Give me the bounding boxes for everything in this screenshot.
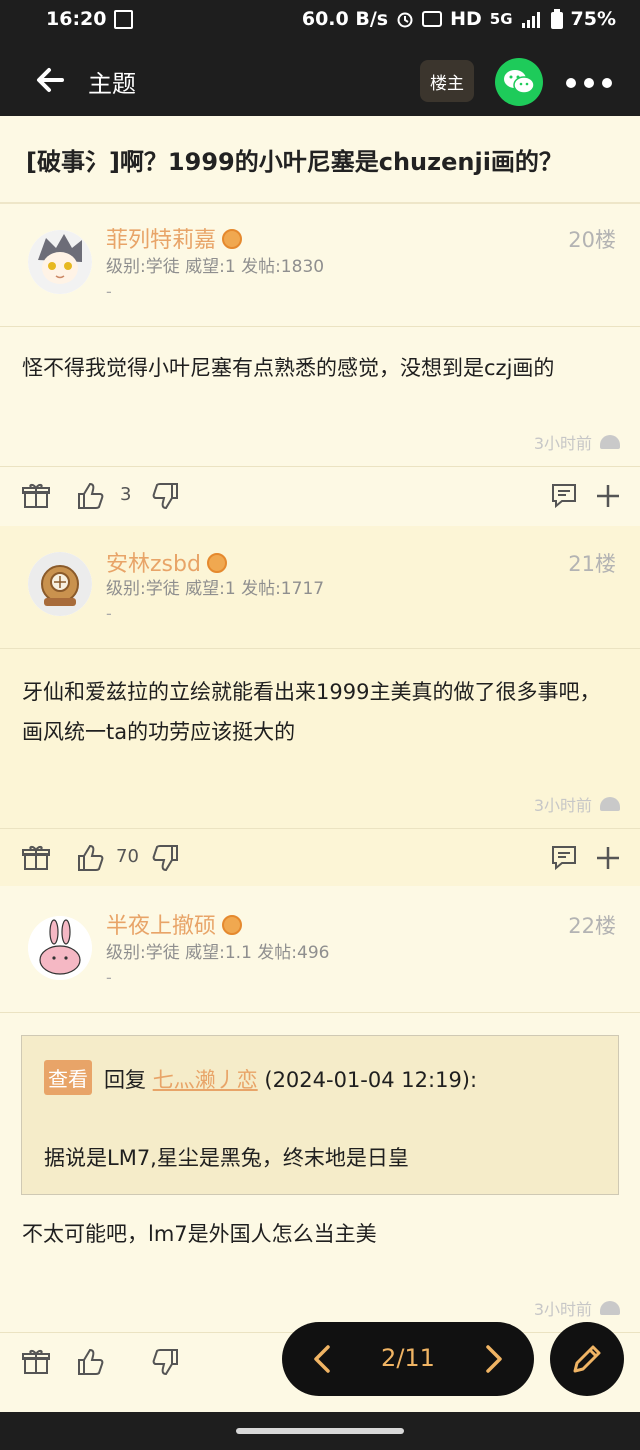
android-icon <box>600 797 620 811</box>
post-actions: 70 <box>0 830 640 886</box>
home-gesture-pill[interactable] <box>236 1428 404 1434</box>
battery-level: 75% <box>570 8 616 30</box>
post-meta: 级别:学徒 威望:1.1 发帖:496 <box>106 943 330 963</box>
post-time-text: 3小时前 <box>533 434 592 453</box>
wechat-icon <box>504 70 535 94</box>
compose-button[interactable] <box>550 1322 624 1396</box>
post-time-text: 3小时前 <box>533 1300 592 1319</box>
more-dot-icon <box>602 78 612 88</box>
back-arrow-icon[interactable] <box>32 62 68 98</box>
gift-icon[interactable] <box>22 1348 50 1376</box>
post-username[interactable]: 半夜上撤硕 <box>106 908 243 940</box>
android-icon <box>600 435 620 449</box>
avatar[interactable] <box>28 230 92 294</box>
divider <box>0 326 640 327</box>
auto-brightness-icon <box>422 11 443 27</box>
post-time: 3小时前 <box>534 430 620 454</box>
reply-time: (2024-01-04 12:19): <box>264 1068 478 1092</box>
post-signature: - <box>106 604 112 623</box>
page-title: 主题 <box>88 70 136 98</box>
username-text: 菲列特莉嘉 <box>106 228 217 253</box>
thumbs-up-icon[interactable] <box>76 482 104 510</box>
floor-number: 21楼 <box>568 552 616 576</box>
rabbit-avatar-icon <box>28 916 92 980</box>
medal-icon <box>206 553 227 573</box>
network-speed: 60.0 B/s <box>301 8 389 30</box>
floor-number: 20楼 <box>568 228 616 252</box>
like-count: 3 <box>120 484 132 505</box>
page-navigator: 2/11 <box>282 1322 534 1396</box>
more-menu-button[interactable] <box>566 78 612 88</box>
post-actions: 3 <box>0 468 640 524</box>
divider <box>0 648 640 649</box>
reply-user-link[interactable]: 七灬濑丿恋 <box>153 1068 258 1092</box>
post-time-text: 3小时前 <box>533 796 592 815</box>
more-dot-icon <box>584 78 594 88</box>
gift-icon[interactable] <box>22 844 50 872</box>
comment-icon[interactable] <box>550 482 578 510</box>
system-nav-bar <box>0 1412 640 1450</box>
plus-icon[interactable] <box>594 482 622 510</box>
status-bar: 16:20 60.0 B/s HD 5G 75% <box>0 0 640 42</box>
network-type: HD <box>450 8 482 30</box>
louzhu-button[interactable]: 楼主 <box>420 60 474 102</box>
reply-prefix: 回复 <box>104 1068 146 1092</box>
medal-icon <box>222 915 243 935</box>
plus-icon[interactable] <box>594 844 622 872</box>
anime-avatar-icon <box>28 230 92 294</box>
post-content: 怪不得我觉得小叶尼塞有点熟悉的感觉，没想到是czj画的 <box>22 356 555 380</box>
wechat-share-button[interactable] <box>495 58 543 106</box>
topic-title-bar: [破事氵]啊？1999的小叶尼塞是chuzenji画的？ <box>0 116 640 204</box>
divider <box>0 828 640 829</box>
username-text: 半夜上撤硕 <box>106 914 217 939</box>
thumbs-down-icon[interactable] <box>152 1348 180 1376</box>
gift-icon[interactable] <box>22 482 50 510</box>
avatar[interactable] <box>28 916 92 980</box>
diving-helmet-avatar-icon <box>28 552 92 616</box>
android-icon <box>600 1301 620 1315</box>
thumbs-up-icon[interactable] <box>76 1348 104 1376</box>
view-quote-button[interactable]: 查看 <box>44 1060 92 1095</box>
status-right: 60.0 B/s HD 5G 75% <box>302 8 616 30</box>
battery-icon <box>550 9 563 29</box>
medal-icon <box>222 229 243 249</box>
quote-block: 查看 回复 七灬濑丿恋 (2024-01-04 12:19): 据说是LM7,星… <box>21 1035 619 1195</box>
post-time: 3小时前 <box>534 1296 620 1320</box>
thumbs-up-icon[interactable] <box>76 844 104 872</box>
comment-icon[interactable] <box>550 844 578 872</box>
floor-number: 22楼 <box>568 914 616 938</box>
post-content: 牙仙和爱兹拉的立绘就能看出来1999主美真的做了很多事吧，画风统一ta的功劳应该… <box>22 680 601 744</box>
status-time: 16:20 <box>46 8 107 30</box>
signal-label: 5G <box>489 10 513 28</box>
post-content: 不太可能吧，lm7是外国人怎么当主美 <box>22 1222 377 1246</box>
image-notification-icon <box>114 10 133 29</box>
signal-icon <box>521 12 540 28</box>
pencil-icon <box>573 1345 601 1373</box>
post-20: 菲列特莉嘉 20楼 级别:学徒 威望:1 发帖:1830 - 怪不得我觉得小叶尼… <box>0 202 640 524</box>
topic-title: [破事氵]啊？1999的小叶尼塞是chuzenji画的？ <box>26 148 563 176</box>
thumbs-down-icon[interactable] <box>152 844 180 872</box>
avatar[interactable] <box>28 552 92 616</box>
like-count: 70 <box>116 846 139 867</box>
post-signature: - <box>106 968 112 987</box>
divider <box>0 1012 640 1013</box>
post-signature: - <box>106 282 112 301</box>
next-page-icon[interactable] <box>480 1344 508 1374</box>
post-meta: 级别:学徒 威望:1 发帖:1717 <box>106 579 325 599</box>
quote-text: 据说是LM7,星尘是黑兔，终末地是日皇 <box>44 1146 409 1170</box>
alarm-icon <box>397 12 413 28</box>
post-time: 3小时前 <box>534 792 620 816</box>
app-bar: 主题 楼主 <box>0 42 640 116</box>
thumbs-down-icon[interactable] <box>152 482 180 510</box>
divider <box>0 466 640 467</box>
more-dot-icon <box>566 78 576 88</box>
post-username[interactable]: 菲列特莉嘉 <box>106 222 243 254</box>
post-21: 安林zsbd 21楼 级别:学徒 威望:1 发帖:1717 - 牙仙和爱兹拉的立… <box>0 526 640 886</box>
post-meta: 级别:学徒 威望:1 发帖:1830 <box>106 257 325 277</box>
quote-reply-header: 回复 七灬濑丿恋 (2024-01-04 12:19): <box>104 1064 477 1094</box>
